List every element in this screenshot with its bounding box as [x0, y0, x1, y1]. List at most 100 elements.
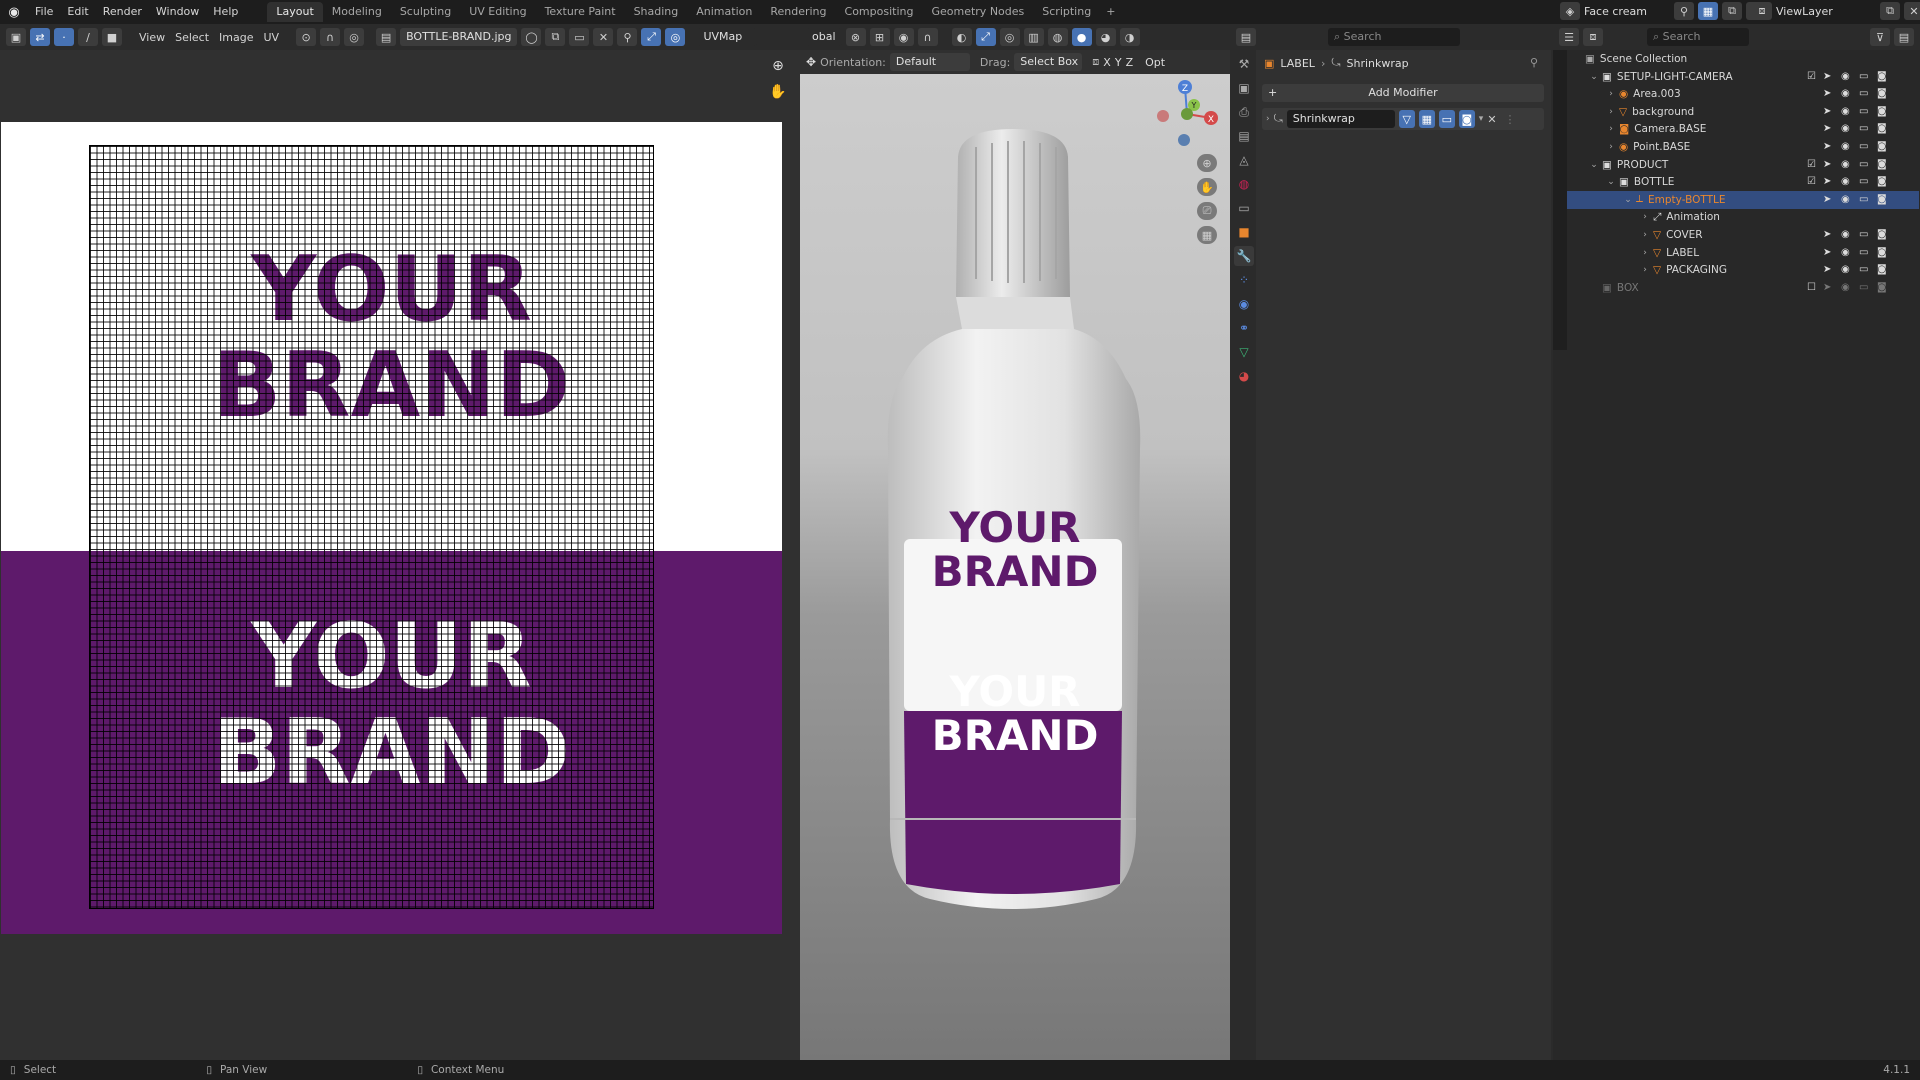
orientation-dropdown[interactable]: Default [889, 53, 970, 71]
selectable-arrow-icon[interactable]: ➤ [1823, 71, 1837, 82]
outliner-row-setup-light-camera[interactable]: ⌄ ▣ SETUP-LIGHT-CAMERA ☑ ➤ ◉ ▭ ◙ [1553, 68, 1919, 86]
new-collection-icon[interactable]: ▤ [1894, 28, 1914, 46]
tab-shading[interactable]: Shading [625, 2, 688, 22]
add-modifier-button[interactable]: + Add Modifier [1262, 84, 1544, 102]
tab-sculpting[interactable]: Sculpting [391, 2, 460, 22]
object-tab-icon[interactable]: ■ [1234, 222, 1254, 242]
drag-dropdown[interactable]: Select Box [1014, 53, 1083, 71]
outliner-row-point-base[interactable]: › ◉ Point.BASE ➤ ◉ ▭ ◙ [1553, 138, 1919, 156]
axis-x-toggle[interactable]: X [1103, 56, 1111, 69]
monitor-icon[interactable]: ▭ [1859, 71, 1873, 82]
tab-uv-editing[interactable]: UV Editing [460, 2, 535, 22]
exclude-checkbox-icon[interactable] [1807, 106, 1819, 117]
camera-render-icon[interactable]: ◙ [1877, 159, 1891, 170]
monitor-icon[interactable]: ▭ [1859, 88, 1873, 99]
eye-icon[interactable]: ◉ [1841, 71, 1855, 82]
scene-icon[interactable]: ◈ [1560, 2, 1580, 20]
world-tab-icon[interactable]: ◍ [1234, 174, 1254, 194]
falloff-icon[interactable]: ∩ [917, 28, 938, 46]
outliner-row-cover[interactable]: › ▽ COVER ➤ ◉ ▭ ◙ [1553, 226, 1919, 244]
new-scene-icon[interactable]: ⧉ [1722, 2, 1742, 20]
pan-hand-icon[interactable]: ✋ [768, 84, 788, 104]
exclude-checkbox-icon[interactable] [1807, 194, 1819, 205]
exclude-checkbox-icon[interactable]: ☑ [1807, 176, 1819, 187]
exclude-checkbox-icon[interactable] [1807, 229, 1819, 240]
filter-icon[interactable]: ⊽ [1870, 28, 1890, 46]
eye-icon[interactable]: ◉ [1841, 176, 1855, 187]
selectable-arrow-icon[interactable]: ➤ [1823, 123, 1837, 134]
tab-texture-paint[interactable]: Texture Paint [536, 2, 625, 22]
modifier-menu-chevron-icon[interactable]: ▾ [1479, 114, 1484, 124]
tab-animation[interactable]: Animation [687, 2, 761, 22]
chevron-down-icon[interactable]: ⌄ [1588, 72, 1600, 82]
camera-render-icon[interactable]: ◙ [1877, 141, 1891, 152]
outliner-row-empty-bottle[interactable]: ⌄ ⟂ Empty-BOTTLE ➤ ◉ ▭ ◙ [1553, 190, 1919, 209]
exclude-checkbox-icon[interactable] [1807, 141, 1819, 152]
outliner-row-animation[interactable]: › ⤢ Animation [1553, 208, 1919, 226]
exclude-checkbox-icon[interactable]: ☐ [1807, 282, 1819, 293]
exclude-checkbox-icon[interactable] [1807, 88, 1819, 99]
properties-search[interactable]: ⌕ Search [1328, 28, 1460, 46]
menu-file[interactable]: File [28, 0, 60, 24]
edit-mode-icon[interactable]: ▽ [1398, 110, 1415, 128]
uv-menu-image[interactable]: Image [214, 31, 258, 44]
monitor-icon[interactable]: ▭ [1859, 264, 1873, 275]
options-toggle[interactable]: Opt [1145, 56, 1165, 69]
eye-icon[interactable]: ◉ [1841, 123, 1855, 134]
selectable-arrow-icon[interactable]: ➤ [1823, 264, 1837, 275]
collection-tab-icon[interactable]: ▭ [1234, 198, 1254, 218]
pin-icon[interactable]: ⚲ [1530, 56, 1538, 69]
exclude-checkbox-icon[interactable]: ☑ [1807, 159, 1819, 170]
expand-chevron-icon[interactable]: › [1266, 114, 1270, 124]
outliner-row-area-003[interactable]: › ◉ Area.003 ➤ ◉ ▭ ◙ [1553, 85, 1919, 103]
selectable-arrow-icon[interactable]: ➤ [1823, 88, 1837, 99]
eye-icon[interactable]: ◉ [1841, 106, 1855, 117]
selectable-arrow-icon[interactable]: ➤ [1823, 247, 1837, 258]
scene-name[interactable]: Face cream [1584, 5, 1670, 18]
zoom-icon[interactable]: ⊕ [768, 58, 788, 78]
particles-tab-icon[interactable]: ⁘ [1234, 270, 1254, 290]
proportional-edit-icon[interactable]: ◉ [893, 28, 914, 46]
selectable-arrow-icon[interactable]: ➤ [1823, 176, 1837, 187]
snap-icon[interactable]: ⊗ [845, 28, 866, 46]
pin-icon[interactable]: ⚲ [1674, 2, 1694, 20]
chevron-right-icon[interactable]: › [1639, 230, 1651, 240]
menu-edit[interactable]: Edit [60, 0, 95, 24]
eye-icon[interactable]: ◉ [1841, 88, 1855, 99]
view-layer-tab-icon[interactable]: ▤ [1234, 126, 1254, 146]
display-mode-icon[interactable]: ⧈ [1583, 28, 1603, 46]
chevron-right-icon[interactable]: › [1605, 89, 1617, 99]
vertex-select-icon[interactable]: · [54, 28, 74, 46]
eye-icon[interactable]: ◉ [1841, 247, 1855, 258]
selectable-arrow-icon[interactable]: ➤ [1823, 194, 1837, 205]
physics-tab-icon[interactable]: ◉ [1234, 294, 1254, 314]
delete-viewlayer-icon[interactable]: ✕ [1904, 2, 1920, 20]
chevron-right-icon[interactable]: › [1605, 124, 1617, 134]
chevron-down-icon[interactable]: ⌄ [1605, 177, 1617, 187]
pin-image-icon[interactable]: ⚲ [617, 28, 638, 46]
monitor-icon[interactable]: ▭ [1859, 176, 1873, 187]
tab-rendering[interactable]: Rendering [761, 2, 835, 22]
outliner-row-scene-collection[interactable]: ▣ Scene Collection [1553, 50, 1919, 68]
eye-icon[interactable]: ◉ [1841, 264, 1855, 275]
edge-select-icon[interactable]: ∕ [78, 28, 98, 46]
monitor-icon[interactable]: ▭ [1859, 106, 1873, 117]
viewport-canvas[interactable]: Z X Y ⊕ ✋ ⎚ ▦ YOUR BRAND YOUR BRAND [800, 74, 1230, 1060]
render-tab-icon[interactable]: ▣ [1234, 78, 1254, 98]
selectable-arrow-icon[interactable]: ➤ [1823, 141, 1837, 152]
chevron-right-icon[interactable]: › [1639, 248, 1651, 258]
mirror-icon[interactable]: ⧈ [1092, 55, 1099, 69]
viewlayer-icon[interactable]: ⧈ [1752, 2, 1772, 20]
cage-icon[interactable]: ▦ [1418, 110, 1435, 128]
chevron-right-icon[interactable]: › [1639, 265, 1651, 275]
outliner-row-box[interactable]: ▣ BOX ☐ ➤ ◉ ▭ ◙ [1553, 279, 1919, 297]
image-browse-icon[interactable]: ▤ [376, 28, 397, 46]
menu-help[interactable]: Help [206, 0, 245, 24]
solid-shading-icon[interactable]: ● [1071, 28, 1092, 46]
tab-layout[interactable]: Layout [267, 2, 323, 22]
tab-geometry-nodes[interactable]: Geometry Nodes [922, 2, 1033, 22]
fake-user-icon[interactable]: ◯ [521, 28, 542, 46]
modifier-tab-icon[interactable]: 🔧 [1234, 246, 1254, 266]
chevron-down-icon[interactable]: ⌄ [1588, 160, 1600, 170]
face-select-icon[interactable]: ■ [102, 28, 122, 46]
